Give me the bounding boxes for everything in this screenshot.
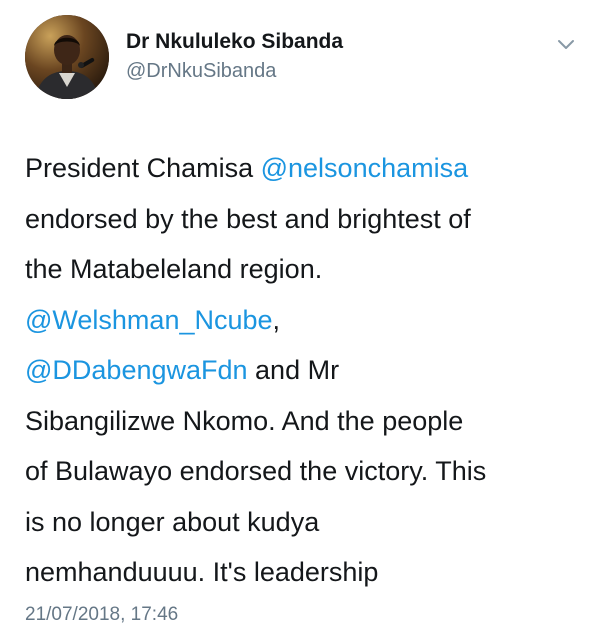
author-handle[interactable]: @DrNkuSibanda: [126, 58, 343, 84]
tweet-line: @Welshman_Ncube,: [25, 304, 281, 335]
tweet-line: @DDabengwaFdn and Mr: [25, 355, 340, 385]
mention-link[interactable]: @Welshman_Ncube: [25, 305, 273, 335]
author-name[interactable]: Dr Nkululeko Sibanda: [126, 28, 343, 56]
tweet-line: is no longer about kudya: [25, 506, 320, 537]
tweet-menu-button[interactable]: [552, 30, 580, 58]
mention-link[interactable]: @nelsonchamisa: [261, 153, 469, 183]
mention-link[interactable]: @DDabengwaFdn: [25, 355, 248, 385]
avatar[interactable]: [25, 15, 109, 99]
tweet-line: endorsed by the best and brightest of: [25, 203, 471, 234]
tweet-line: the Matabeleland region.: [25, 254, 323, 284]
tweet-body: President Chamisa @nelsonchamisa endorse…: [25, 143, 585, 598]
author-block: Dr Nkululeko Sibanda @DrNkuSibanda: [126, 28, 343, 84]
profile-photo-icon: [25, 15, 109, 99]
tweet-timestamp[interactable]: 21/07/2018, 17:46: [25, 603, 178, 627]
tweet-line: of Bulawayo endorsed the victory. This: [25, 456, 487, 486]
tweet-line: Sibangilizwe Nkomo. And the people: [25, 405, 464, 436]
chevron-down-icon: [558, 40, 574, 49]
tweet-line: President Chamisa @nelsonchamisa: [25, 153, 469, 183]
tweet-card: Dr Nkululeko Sibanda @DrNkuSibanda Presi…: [0, 0, 602, 640]
tweet-line: nemhanduuuu. It's leadership: [25, 557, 379, 587]
